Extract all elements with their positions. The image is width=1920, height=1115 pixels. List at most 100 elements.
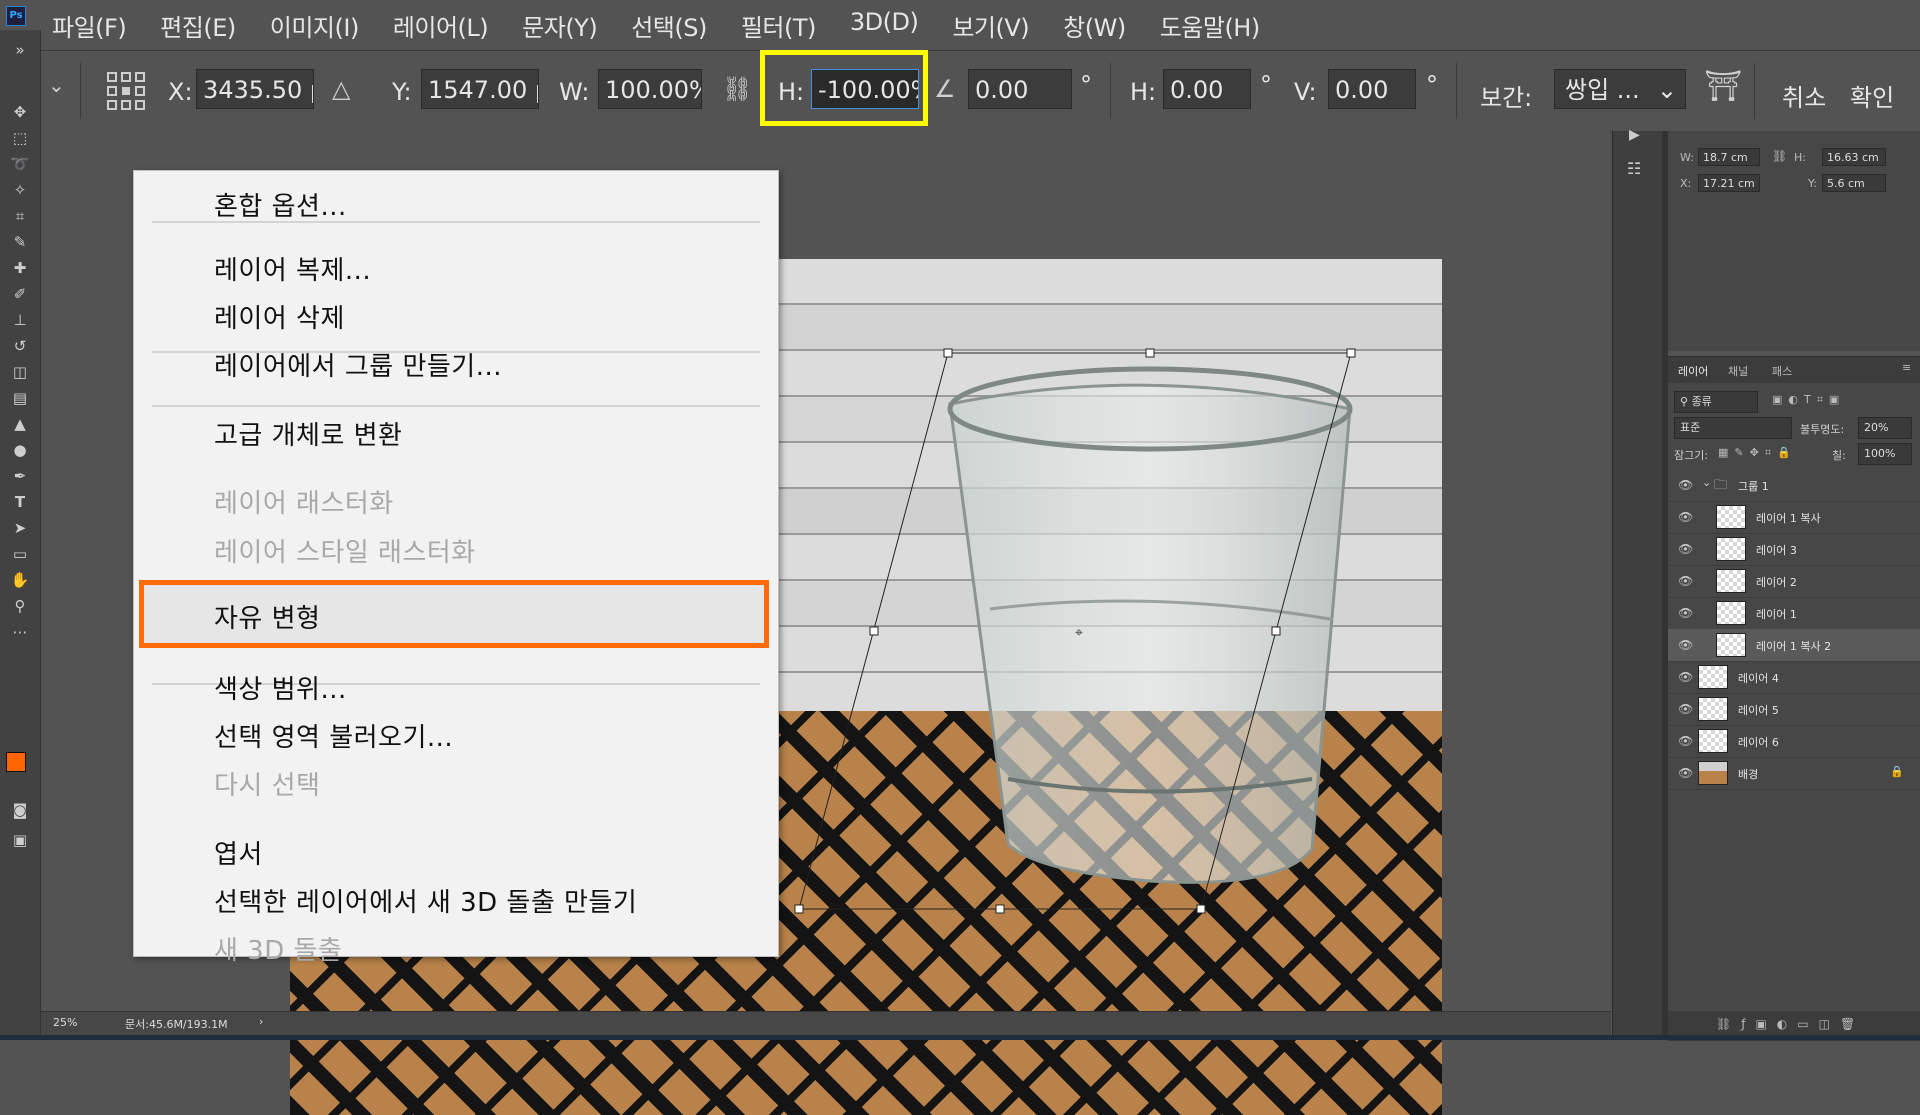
menu-item[interactable]: 필터(T) bbox=[741, 8, 817, 43]
history-brush-icon[interactable]: ↺ bbox=[8, 336, 32, 356]
hskew-input[interactable]: 0.00 bbox=[1163, 69, 1251, 109]
zoom-tool-icon[interactable]: ⚲ bbox=[8, 596, 32, 616]
path-select-icon[interactable]: ➤ bbox=[8, 518, 32, 538]
lasso-tool-icon[interactable]: ➰ bbox=[8, 154, 32, 174]
chevron-down-icon[interactable]: ⌄ bbox=[1702, 476, 1711, 489]
link-icon[interactable]: ⛓ bbox=[1772, 149, 1787, 163]
free-transform-menu-item[interactable]: 자유 변형 bbox=[214, 598, 320, 635]
interpolation-select[interactable]: 쌍입 ... ⌄ bbox=[1554, 69, 1686, 109]
more-tools-icon[interactable]: ⋯ bbox=[8, 622, 32, 642]
properties-panel-icon[interactable]: ☷ bbox=[1627, 159, 1641, 178]
visibility-eye-icon[interactable]: 👁 bbox=[1678, 574, 1693, 588]
lock-icons[interactable]: ▦✎✥⌗🔒 bbox=[1718, 446, 1797, 460]
gradient-tool-icon[interactable]: ▤ bbox=[8, 388, 32, 408]
panel-menu-icon[interactable]: ≡ bbox=[1902, 361, 1911, 374]
confirm-button[interactable]: 확인 bbox=[1850, 78, 1894, 113]
stamp-tool-icon[interactable]: ⊥ bbox=[8, 310, 32, 330]
layer-row[interactable]: 👁 레이어 3 bbox=[1668, 533, 1920, 566]
menu-item[interactable]: 문자(Y) bbox=[522, 8, 598, 43]
zoom-level[interactable]: 25% bbox=[53, 1016, 77, 1029]
blur-tool-icon[interactable]: ▲ bbox=[8, 414, 32, 434]
fill-input[interactable]: 100% bbox=[1858, 443, 1912, 465]
menu-item[interactable]: 선택(S) bbox=[631, 8, 707, 43]
visibility-eye-icon[interactable]: 👁 bbox=[1678, 606, 1693, 620]
prop-x-input[interactable]: 17.21 cm bbox=[1698, 174, 1760, 192]
screen-mode-icon[interactable]: ▣ bbox=[8, 830, 32, 850]
cancel-button[interactable]: 취소 bbox=[1782, 78, 1826, 113]
play-icon[interactable]: ▶ bbox=[1629, 127, 1640, 143]
pen-tool-icon[interactable]: ✒ bbox=[8, 466, 32, 486]
menu-item[interactable]: 보기(V) bbox=[952, 8, 1029, 43]
visibility-eye-icon[interactable]: 👁 bbox=[1678, 766, 1693, 780]
warp-mode-icon[interactable]: ⛩ bbox=[1704, 69, 1742, 104]
context-menu-item[interactable]: 엽서 bbox=[214, 834, 263, 871]
visibility-eye-icon[interactable]: 👁 bbox=[1678, 638, 1693, 652]
context-menu-item[interactable]: 고급 개체로 변환 bbox=[214, 415, 402, 452]
layer-group-row[interactable]: 👁 ⌄ 🗀 그룹 1 bbox=[1668, 469, 1920, 502]
x-input[interactable]: 3435.50 px bbox=[196, 69, 314, 109]
layer-filter-select[interactable]: ⚲ 종류 bbox=[1674, 391, 1758, 413]
layer-row[interactable]: 👁 레이어 2 bbox=[1668, 565, 1920, 598]
menu-item[interactable]: 이미지(I) bbox=[270, 8, 360, 43]
menu-item[interactable]: 레이어(L) bbox=[393, 8, 489, 43]
layer-row[interactable]: 👁 레이어 1 bbox=[1668, 597, 1920, 630]
collapse-icon[interactable]: » bbox=[8, 40, 32, 60]
menu-item[interactable]: 파일(F) bbox=[52, 8, 127, 43]
layer-row[interactable]: 👁 레이어 6 bbox=[1668, 725, 1920, 758]
eraser-icon[interactable]: ◫ bbox=[8, 362, 32, 382]
magic-wand-icon[interactable]: ✧ bbox=[8, 180, 32, 200]
menu-item[interactable]: 도움말(H) bbox=[1160, 8, 1261, 43]
context-menu-item[interactable]: 레이어 삭제 bbox=[214, 298, 345, 335]
brush-tool-icon[interactable]: ✐ bbox=[8, 284, 32, 304]
layer-row[interactable]: 👁 레이어 1 복사 bbox=[1668, 501, 1920, 534]
context-menu-item[interactable]: 레이어에서 그룹 만들기... bbox=[214, 346, 502, 383]
y-input[interactable]: 1547.00 px bbox=[421, 69, 539, 109]
marquee-tool-icon[interactable]: ⬚ bbox=[8, 128, 32, 148]
link-icon[interactable]: ⛓ bbox=[722, 75, 752, 103]
relative-position-icon[interactable]: △ bbox=[332, 75, 350, 103]
prop-h-input[interactable]: 16.63 cm bbox=[1822, 148, 1886, 166]
type-tool-icon[interactable]: T bbox=[8, 492, 32, 512]
context-menu-item[interactable]: 선택한 레이어에서 새 3D 돌출 만들기 bbox=[214, 882, 637, 919]
opacity-input[interactable]: 20% bbox=[1858, 417, 1912, 439]
menu-item[interactable]: 3D(D) bbox=[850, 8, 919, 43]
move-tool-icon[interactable]: ✥ bbox=[8, 102, 32, 122]
hand-tool-icon[interactable]: ✋ bbox=[8, 570, 32, 590]
chevron-down-icon[interactable]: ⌄ bbox=[48, 73, 65, 97]
reference-point-icon[interactable] bbox=[106, 71, 146, 111]
visibility-eye-icon[interactable]: 👁 bbox=[1678, 542, 1693, 556]
prop-w-input[interactable]: 18.7 cm bbox=[1698, 148, 1760, 166]
document-info[interactable]: 문서:45.6M/193.1M bbox=[125, 1016, 228, 1032]
layer-row[interactable]: 👁 레이어 1 복사 2 bbox=[1668, 629, 1920, 662]
visibility-eye-icon[interactable]: 👁 bbox=[1678, 702, 1693, 716]
foreground-color-swatch[interactable] bbox=[6, 752, 26, 772]
angle-input[interactable]: 0.00 bbox=[968, 69, 1072, 109]
tab-paths[interactable]: 패스 bbox=[1772, 363, 1792, 379]
context-menu-item[interactable]: 레이어 복제... bbox=[214, 250, 371, 287]
crop-tool-icon[interactable]: ⌗ bbox=[8, 206, 32, 226]
w-input[interactable]: 100.00% bbox=[598, 69, 702, 109]
blend-mode-select[interactable]: 표준 bbox=[1674, 417, 1792, 439]
menu-item[interactable]: 편집(E) bbox=[160, 8, 236, 43]
visibility-eye-icon[interactable]: 👁 bbox=[1678, 734, 1693, 748]
vskew-input[interactable]: 0.00 bbox=[1328, 69, 1416, 109]
visibility-eye-icon[interactable]: 👁 bbox=[1678, 670, 1693, 684]
tab-layers[interactable]: 레이어 bbox=[1678, 363, 1708, 379]
dodge-tool-icon[interactable]: ● bbox=[8, 440, 32, 460]
prop-y-input[interactable]: 5.6 cm bbox=[1822, 174, 1886, 192]
layer-actions-icons[interactable]: ⛓ƒ▣◐▭◫🗑 bbox=[1716, 1017, 1865, 1031]
context-menu-item[interactable]: 선택 영역 불러오기... bbox=[214, 717, 453, 754]
layer-row[interactable]: 👁 배경 🔒 bbox=[1668, 757, 1920, 790]
context-menu-item[interactable]: 혼합 옵션... bbox=[214, 186, 347, 223]
quick-mask-icon[interactable]: ◙ bbox=[8, 800, 32, 820]
visibility-eye-icon[interactable]: 👁 bbox=[1678, 478, 1693, 492]
layer-row[interactable]: 👁 레이어 4 bbox=[1668, 661, 1920, 694]
filter-icons[interactable]: ▣◐T⌗▣ bbox=[1772, 393, 1845, 407]
healing-brush-icon[interactable]: ✚ bbox=[8, 258, 32, 278]
chevron-right-icon[interactable]: › bbox=[259, 1015, 263, 1028]
context-menu-item[interactable]: 색상 범위... bbox=[214, 669, 347, 706]
shape-tool-icon[interactable]: ▭ bbox=[8, 544, 32, 564]
visibility-eye-icon[interactable]: 👁 bbox=[1678, 510, 1693, 524]
menu-item[interactable]: 창(W) bbox=[1063, 8, 1126, 43]
layer-row[interactable]: 👁 레이어 5 bbox=[1668, 693, 1920, 726]
